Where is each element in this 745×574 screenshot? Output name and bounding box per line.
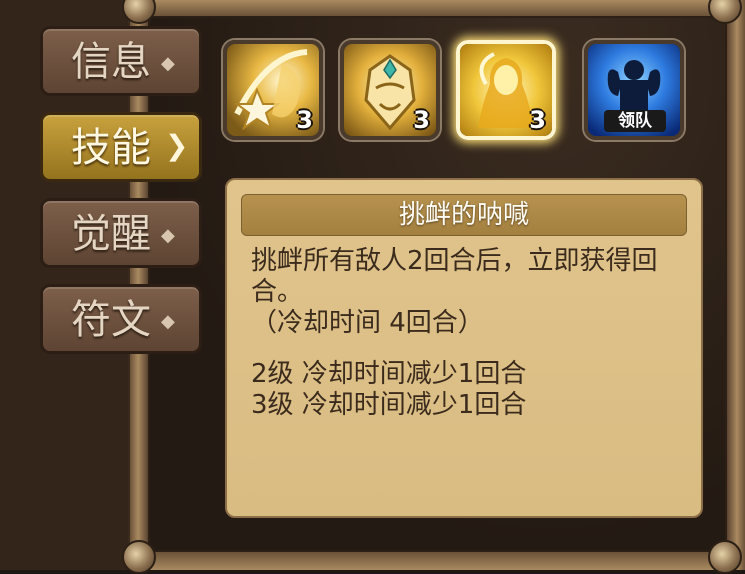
tab-skills-label: 技能: [71, 125, 151, 171]
skill-title: 挑衅的呐喊: [241, 194, 687, 236]
leader-badge: 领队: [604, 110, 666, 132]
skill-description: 挑衅所有敌人2回合后，立即获得回 合。 （冷却时间 4回合） 2级 冷却时间减少…: [251, 246, 691, 421]
frame-border-right: [725, 0, 745, 570]
frame-border-bottom: [136, 550, 745, 570]
skill-slot-2[interactable]: 3: [340, 40, 440, 140]
description-line: 挑衅所有敌人2回合后，立即获得回: [251, 246, 658, 276]
diamond-arrow-icon: ◆: [161, 311, 175, 332]
frame-corner-rivet: [122, 540, 156, 574]
skill-slot-3[interactable]: 3: [456, 40, 556, 140]
skill-level-badge: 3: [296, 106, 313, 134]
description-line: 合。: [251, 277, 304, 307]
tab-skills[interactable]: 技能 ❯: [40, 112, 202, 182]
frame-border-top: [136, 0, 745, 18]
upgrade-text: 3级 冷却时间减少1回合: [251, 390, 527, 420]
diamond-arrow-icon: ◆: [161, 53, 175, 74]
chevron-right-icon: ❯: [165, 129, 189, 162]
skill-level-badge: 3: [529, 106, 546, 134]
diamond-arrow-icon: ◆: [161, 225, 175, 246]
frame-corner-rivet: [708, 540, 742, 574]
cooldown-text: （冷却时间 4回合）: [251, 308, 484, 338]
skill-description-panel: 挑衅的呐喊 挑衅所有敌人2回合后，立即获得回 合。 （冷却时间 4回合） 2级 …: [225, 178, 703, 518]
tab-info[interactable]: 信息 ◆: [40, 26, 202, 96]
upgrade-text: 2级 冷却时间减少1回合: [251, 359, 527, 389]
tab-awaken[interactable]: 觉醒 ◆: [40, 198, 202, 268]
game-window: 信息 ◆ 技能 ❯ 觉醒 ◆ 符文 ◆ 3 3 3 领队 挑衅的呐喊 挑衅所有敌…: [0, 0, 745, 574]
skill-slot-1[interactable]: 3: [223, 40, 323, 140]
tab-awaken-label: 觉醒: [71, 211, 151, 257]
skill-level-badge: 3: [413, 106, 430, 134]
tab-runes-label: 符文: [71, 297, 151, 343]
leader-skill-slot[interactable]: 领队: [584, 40, 684, 140]
tab-info-label: 信息: [71, 39, 151, 85]
tab-runes[interactable]: 符文 ◆: [40, 284, 202, 354]
